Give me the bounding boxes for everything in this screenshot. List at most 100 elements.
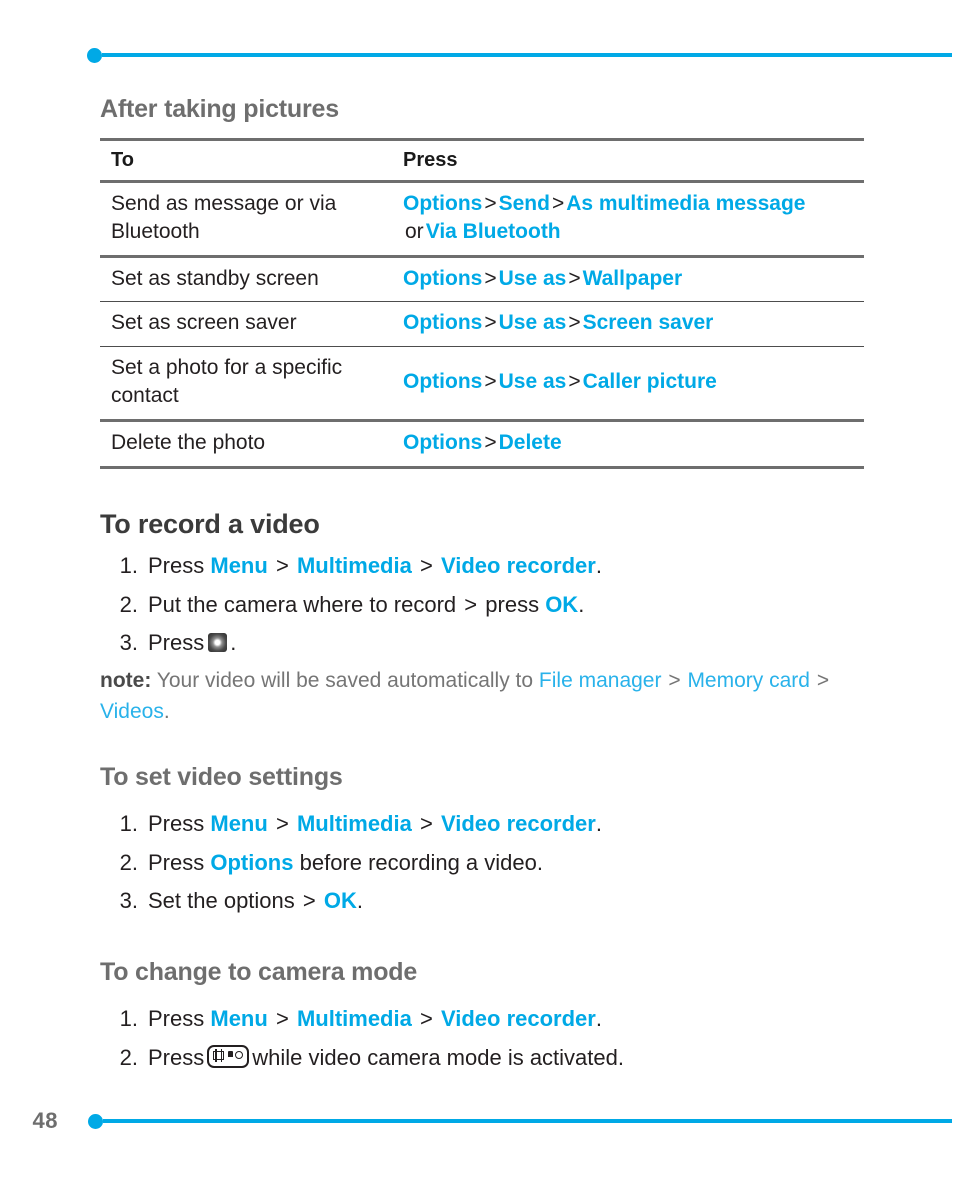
step-text: Press [148,1006,205,1032]
row-to-label: Send as message or via Bluetooth [100,181,392,258]
step-number: 2. [119,1044,138,1070]
path-separator: > [484,370,497,394]
note-text-end: . [163,699,170,723]
row-to-label: Delete the photo [100,420,392,469]
rule-dot-icon [87,47,102,63]
step-text-end: . [595,811,602,837]
step-number: 3. [119,888,138,914]
section-heading-after-taking-pictures: After taking pictures [100,95,339,123]
path-separator: > [464,591,478,617]
path-separator: > [816,668,830,692]
menu-path-options: Options [403,191,483,215]
menu-path-multimedia: Multimedia [296,553,412,579]
menu-path-videos: Videos [100,699,164,723]
section-heading-to-record-a-video: To record a video [100,508,320,539]
path-conjunction-or: or [405,220,424,244]
section-record-a-video: To record a video 1. Press Menu > Multime… [100,508,890,727]
menu-path-video-recorder: Video recorder [440,811,596,837]
row-to-label: Set as standby screen [100,256,392,303]
camera-mode-steps: 1. Press Menu > Multimedia > Video record… [100,1000,890,1077]
camera-key-frame-glyph [213,1048,225,1062]
section-heading-to-change-to-camera-mode: To change to camera mode [100,957,418,986]
table-row: Set as screen saver Options>Use as>Scree… [100,301,864,347]
path-separator: > [419,1006,433,1032]
after-taking-pictures-table: To Press Send as message or via Bluetoot… [100,138,864,469]
path-separator: > [568,370,581,394]
path-separator: > [419,553,433,579]
menu-path-screen-saver: Screen saver [582,311,714,335]
path-separator: > [302,888,316,914]
step-text-end: . [595,1006,602,1032]
column-header-press: Press [392,139,864,183]
menu-path-ok: OK [545,591,579,617]
menu-path-via-bluetooth: Via Bluetooth [425,220,561,244]
section-heading-to-set-video-settings: To set video settings [100,762,343,791]
record-key-icon [208,633,228,653]
step-text: Press [148,1044,205,1070]
camera-key-dot-glyph [228,1051,234,1058]
path-separator: > [275,553,289,579]
step-text: Set the options [148,888,295,914]
menu-path-multimedia: Multimedia [296,1006,412,1032]
video-settings-steps: 1. Press Menu > Multimedia > Video record… [100,805,890,921]
step-number: 1. [119,1006,138,1032]
step-number: 1. [119,553,138,579]
row-to-label: Set as screen saver [100,301,392,347]
list-item: 3. Press. [120,624,890,663]
row-to-label: Set a photo for a specific contact [100,346,392,422]
menu-path-options: Options [403,430,483,454]
menu-path-options: Options [403,266,483,290]
path-separator: > [484,191,497,215]
row-press-value: Options>Send>As multimedia message orVia … [392,181,864,258]
step-text-end: before recording a video. [299,849,543,875]
page-number: 48 [32,1108,58,1133]
record-video-steps: 1. Press Menu > Multimedia > Video record… [100,547,890,663]
table-row: Set as standby screen Options>Use as>Wal… [100,256,864,303]
menu-path-options: Options [403,311,483,335]
camera-key-circle-glyph [235,1051,244,1060]
table-row: Send as message or via Bluetooth Options… [100,181,864,258]
list-item: 1. Press Menu > Multimedia > Video record… [120,547,890,586]
step-text-end: . [356,888,364,914]
path-separator: > [419,811,433,837]
path-separator: > [484,266,497,290]
step-text-mid: press [485,591,540,617]
step-text-end: while video camera mode is activated. [252,1044,624,1070]
menu-path-video-recorder: Video recorder [440,553,596,579]
note-video-save-location: note: Your video will be saved automatic… [100,665,870,727]
menu-path-caller-picture: Caller picture [582,370,717,394]
camera-key-icon [207,1044,250,1068]
step-number: 3. [119,630,138,656]
list-item: 2. Press Options before recording a video… [120,844,890,883]
menu-path-options: Options [403,370,483,394]
path-separator: > [484,311,497,335]
step-text-end: . [595,553,602,579]
list-item: 2. Put the camera where to record > press… [120,586,890,625]
note-label: note: [100,668,152,692]
step-number: 2. [119,849,138,875]
path-separator: > [568,266,581,290]
list-item: 3. Set the options > OK. [120,882,890,921]
row-press-value: Options>Use as>Caller picture [392,346,864,422]
step-text-end: . [578,591,585,617]
table-header-row: To Press [100,139,864,183]
menu-path-menu: Menu [210,553,268,579]
rule-line [102,53,952,57]
menu-path-wallpaper: Wallpaper [582,266,683,290]
row-press-value: Options>Use as>Screen saver [392,301,864,347]
path-separator: > [275,811,289,837]
column-header-to: To [100,139,392,183]
list-item: 2. Press while video camera mode is activa… [120,1039,890,1078]
row-press-value: Options>Use as>Wallpaper [392,256,864,303]
menu-path-memory-card: Memory card [687,668,810,692]
menu-path-ok: OK [323,888,357,914]
step-text: Put the camera where to record [148,591,457,617]
path-separator: > [551,191,565,215]
menu-path-use-as: Use as [498,370,567,394]
step-text: Press [148,553,205,579]
section-set-video-settings: To set video settings 1. Press Menu > Mul… [100,762,890,921]
step-text-end: . [230,630,237,656]
row-press-value: Options>Delete [392,420,864,469]
table-row: Set a photo for a specific contact Optio… [100,346,864,422]
list-item: 1. Press Menu > Multimedia > Video record… [120,805,890,844]
